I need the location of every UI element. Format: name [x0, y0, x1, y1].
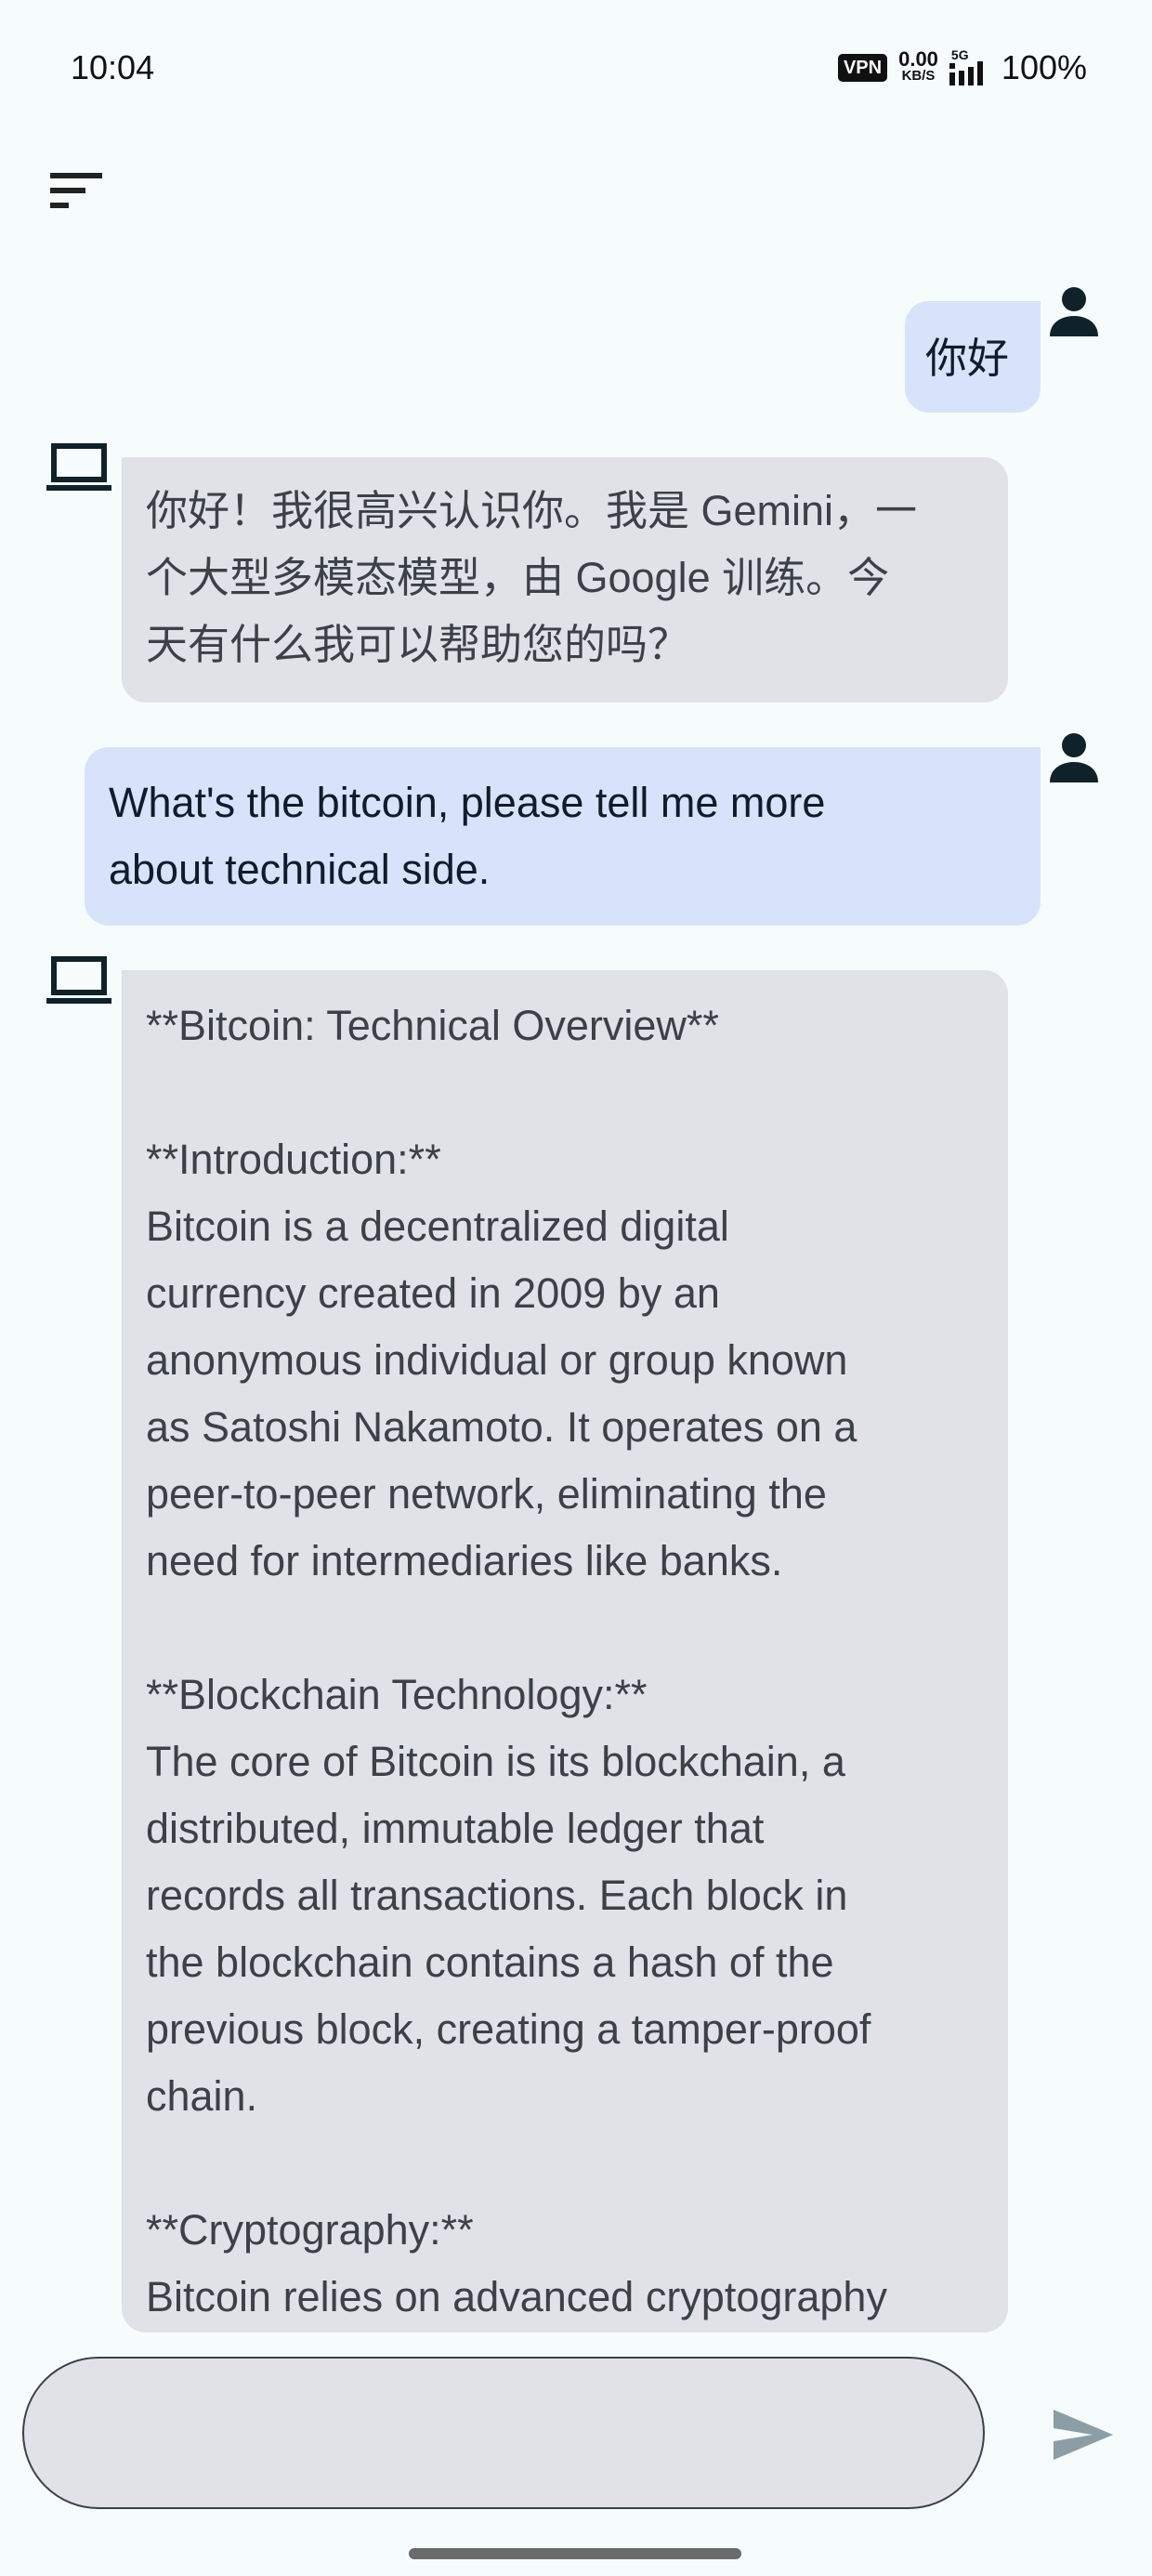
person-icon: [1050, 733, 1098, 782]
signal-indicator: 5G: [949, 48, 990, 87]
model-avatar: [46, 953, 111, 1009]
message-input[interactable]: [22, 2357, 985, 2509]
network-speed: 0.00 KB/S: [898, 47, 938, 85]
vpn-icon: VPN: [837, 54, 888, 82]
network-type: 5G: [950, 47, 969, 62]
message-text: **Bitcoin: Technical Overview** **Introd…: [146, 1002, 887, 2320]
sort-menu-icon: [50, 173, 102, 208]
menu-button[interactable]: [50, 169, 106, 212]
laptop-icon: [46, 443, 111, 491]
laptop-icon: [46, 956, 111, 1004]
person-icon: [1050, 287, 1098, 336]
message-text: What's the bitcoin, please tell me more …: [109, 779, 826, 893]
user-message[interactable]: 你好: [905, 301, 1041, 413]
send-icon: [1054, 2410, 1113, 2460]
network-speed-value: 0.00: [898, 47, 938, 71]
message-text: 你好: [925, 335, 1010, 382]
user-avatar: [1046, 284, 1102, 340]
user-message[interactable]: What's the bitcoin, please tell me more …: [85, 747, 1041, 926]
home-indicator[interactable]: [409, 2548, 741, 2559]
status-bar: 10:04 VPN 0.00 KB/S 5G 100%: [0, 0, 1152, 139]
network-speed-unit: KB/S: [901, 68, 936, 84]
user-avatar: [1046, 730, 1102, 786]
model-message[interactable]: **Bitcoin: Technical Overview** **Introd…: [122, 970, 1008, 2333]
status-indicators: VPN 0.00 KB/S 5G 100%: [837, 46, 1087, 89]
model-avatar: [46, 440, 111, 496]
battery-level: 100%: [1001, 48, 1087, 86]
message-text: 你好！我很高兴认识你。我是 Gemini，一 个大型多模态模型，由 Google…: [146, 487, 918, 668]
model-message[interactable]: 你好！我很高兴认识你。我是 Gemini，一 个大型多模态模型，由 Google…: [122, 457, 1008, 703]
signal-icon: [949, 61, 983, 85]
send-button[interactable]: [1048, 2399, 1119, 2470]
status-time: 10:04: [71, 48, 155, 86]
